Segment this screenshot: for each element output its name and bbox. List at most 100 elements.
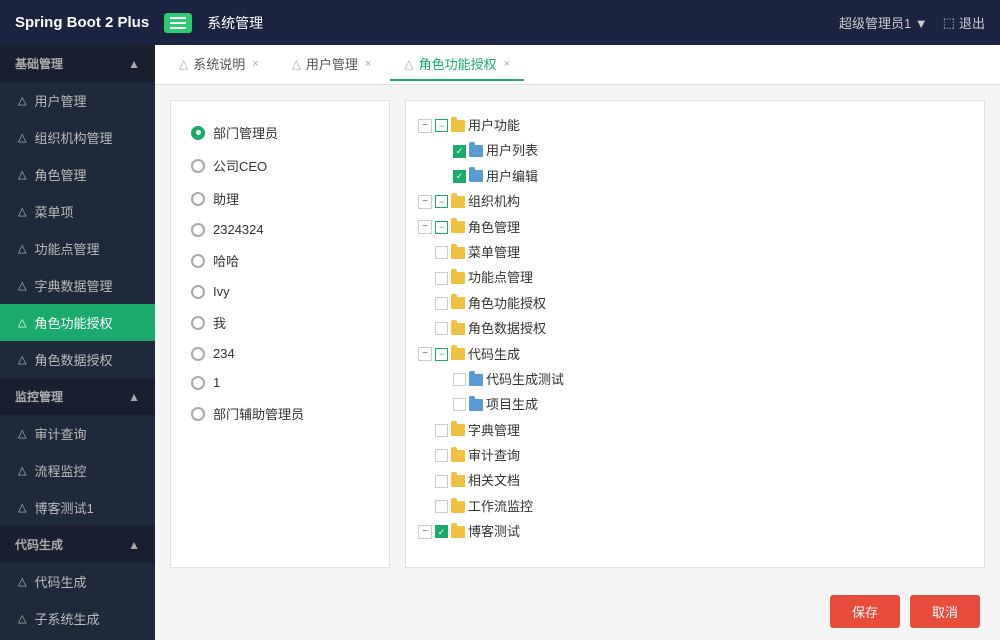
tree-expand-icon[interactable] xyxy=(418,423,432,437)
tree-expand-icon[interactable]: − xyxy=(418,119,432,133)
tree-row-user-list[interactable]: ✓用户列表 xyxy=(436,138,972,163)
sidebar-item-sub-sys[interactable]: △子系统生成 xyxy=(0,600,155,637)
sidebar-group-代码生成[interactable]: 代码生成▲ xyxy=(0,526,155,563)
tree-checkbox[interactable] xyxy=(435,297,448,310)
sidebar-item-code-gen[interactable]: △代码生成 xyxy=(0,563,155,600)
role-item-dept-assist[interactable]: 部门辅助管理员 xyxy=(186,397,374,430)
tree-checkbox[interactable] xyxy=(435,246,448,259)
tree-expand-icon[interactable] xyxy=(436,144,450,158)
radio-button[interactable] xyxy=(191,254,205,268)
tree-expand-icon[interactable] xyxy=(418,474,432,488)
sidebar-item-user-mgmt[interactable]: △用户管理 xyxy=(0,82,155,119)
sidebar-item-role-perm[interactable]: △角色功能授权 xyxy=(0,304,155,341)
role-item-dept-admin[interactable]: 部门管理员 xyxy=(186,116,374,149)
role-item-haha[interactable]: 哈哈 xyxy=(186,244,374,277)
tree-checkbox[interactable]: − xyxy=(435,221,448,234)
tree-checkbox[interactable] xyxy=(435,449,448,462)
role-item-r2324324[interactable]: 2324324 xyxy=(186,215,374,244)
tree-expand-icon[interactable]: − xyxy=(418,347,432,361)
sidebar-item-flow[interactable]: △流程监控 xyxy=(0,452,155,489)
radio-button[interactable] xyxy=(191,316,205,330)
sidebar-item-org-mgmt[interactable]: △组织机构管理 xyxy=(0,119,155,156)
tree-expand-icon[interactable]: − xyxy=(418,525,432,539)
tab-role-perm[interactable]: △角色功能授权× xyxy=(390,48,524,81)
tab-user-mgmt[interactable]: △用户管理× xyxy=(278,48,386,81)
tree-checkbox[interactable]: − xyxy=(435,119,448,132)
tree-checkbox[interactable] xyxy=(435,424,448,437)
menu-toggle-button[interactable] xyxy=(164,13,192,33)
user-menu[interactable]: 超级管理员1 ▼ xyxy=(839,13,928,32)
tree-row-role-data2[interactable]: 角色数据授权 xyxy=(418,316,972,341)
folder-icon xyxy=(469,399,483,411)
tree-expand-icon[interactable] xyxy=(436,373,450,387)
radio-button[interactable] xyxy=(191,285,205,299)
tab-close-icon[interactable]: × xyxy=(504,58,510,70)
tree-row-role-mgmt[interactable]: −−角色管理 xyxy=(418,215,972,240)
sidebar-item-func-mgmt[interactable]: △功能点管理 xyxy=(0,230,155,267)
radio-button[interactable] xyxy=(191,407,205,421)
tree-checkbox[interactable]: − xyxy=(435,195,448,208)
sidebar-item-role-data[interactable]: △角色数据授权 xyxy=(0,341,155,378)
radio-button[interactable] xyxy=(191,223,205,237)
role-item-r1[interactable]: 1 xyxy=(186,368,374,397)
role-item-assistant[interactable]: 助理 xyxy=(186,182,374,215)
tree-row-audit2[interactable]: 审计查询 xyxy=(418,443,972,468)
radio-button[interactable] xyxy=(191,347,205,361)
radio-button[interactable] xyxy=(191,126,205,140)
tree-row-func-mgmt[interactable]: 功能点管理 xyxy=(418,265,972,290)
radio-button[interactable] xyxy=(191,192,205,206)
sidebar-item-menu-item[interactable]: △菜单项 xyxy=(0,193,155,230)
tab-close-icon[interactable]: × xyxy=(252,58,258,70)
tree-expand-icon[interactable] xyxy=(418,271,432,285)
tree-row-code-gen[interactable]: −−代码生成 xyxy=(418,342,972,367)
tree-row-org[interactable]: −−组织机构 xyxy=(418,189,972,214)
tree-expand-icon[interactable]: − xyxy=(418,220,432,234)
tree-checkbox[interactable] xyxy=(435,322,448,335)
tree-row-related-doc[interactable]: 相关文档 xyxy=(418,468,972,493)
tree-expand-icon[interactable] xyxy=(418,296,432,310)
tree-expand-icon[interactable] xyxy=(418,322,432,336)
tree-expand-icon[interactable] xyxy=(418,246,432,260)
tree-checkbox[interactable] xyxy=(435,272,448,285)
tree-row-code-gen-test[interactable]: 代码生成测试 xyxy=(436,367,972,392)
role-item-company-ceo[interactable]: 公司CEO xyxy=(186,149,374,182)
tab-sys-desc[interactable]: △系统说明× xyxy=(165,48,273,81)
tree-row-role-perm2[interactable]: 角色功能授权 xyxy=(418,291,972,316)
tree-expand-icon[interactable] xyxy=(436,169,450,183)
sidebar-item-audit[interactable]: △审计查询 xyxy=(0,415,155,452)
tree-checkbox[interactable] xyxy=(435,475,448,488)
tree-checkbox[interactable]: ✓ xyxy=(453,145,466,158)
sidebar-item-dict-mgmt[interactable]: △字典数据管理 xyxy=(0,267,155,304)
tree-checkbox[interactable]: ✓ xyxy=(435,525,448,538)
save-button[interactable]: 保存 xyxy=(830,595,900,628)
radio-button[interactable] xyxy=(191,159,205,173)
role-item-me[interactable]: 我 xyxy=(186,306,374,339)
tree-checkbox[interactable]: ✓ xyxy=(453,170,466,183)
tree-row-menu-mgmt[interactable]: 菜单管理 xyxy=(418,240,972,265)
sidebar-group-监控管理[interactable]: 监控管理▲ xyxy=(0,378,155,415)
tab-close-icon[interactable]: × xyxy=(365,58,371,70)
role-item-ivy[interactable]: Ivy xyxy=(186,277,374,306)
tree-row-proj-gen[interactable]: 项目生成 xyxy=(436,392,972,417)
tree-row-flow2[interactable]: 工作流监控 xyxy=(418,494,972,519)
logout-button[interactable]: ⬚ 退出 xyxy=(943,13,985,32)
tree-expand-icon[interactable] xyxy=(418,449,432,463)
tree-checkbox[interactable] xyxy=(435,500,448,513)
tree-checkbox[interactable] xyxy=(453,398,466,411)
sidebar-item-role-mgmt[interactable]: △角色管理 xyxy=(0,156,155,193)
tree-checkbox[interactable]: − xyxy=(435,348,448,361)
tree-row-user-edit[interactable]: ✓用户编辑 xyxy=(436,164,972,189)
tree-expand-icon[interactable] xyxy=(418,500,432,514)
tree-expand-icon[interactable] xyxy=(436,398,450,412)
radio-button[interactable] xyxy=(191,376,205,390)
role-item-r234[interactable]: 234 xyxy=(186,339,374,368)
sidebar-item-label: 博客测试1 xyxy=(34,498,93,517)
tree-row-blog-test[interactable]: −✓博客测试 xyxy=(418,519,972,544)
sidebar-item-blog-test1[interactable]: △博客测试1 xyxy=(0,489,155,526)
tree-checkbox[interactable] xyxy=(453,373,466,386)
tree-row-dict-mgmt2[interactable]: 字典管理 xyxy=(418,418,972,443)
cancel-button[interactable]: 取消 xyxy=(910,595,980,628)
sidebar-group-基础管理[interactable]: 基础管理▲ xyxy=(0,45,155,82)
tree-row-user-func[interactable]: −−用户功能 xyxy=(418,113,972,138)
tree-expand-icon[interactable]: − xyxy=(418,195,432,209)
